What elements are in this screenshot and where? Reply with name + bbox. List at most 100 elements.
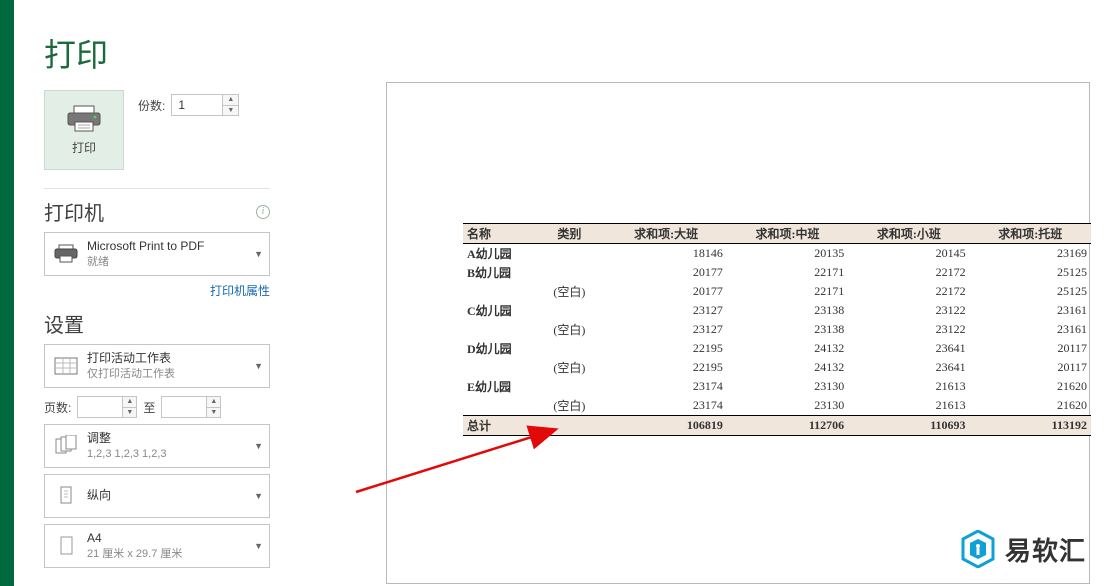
total-value: 112706: [727, 416, 848, 436]
pages-label: 页数:: [44, 399, 71, 416]
table-row: (空白)23127231382312223161: [463, 320, 1091, 339]
page-from-down[interactable]: ▼: [122, 408, 136, 418]
paper-sub: 21 厘米 x 29.7 厘米: [87, 547, 248, 561]
cell-value: 21620: [970, 377, 1091, 396]
cell-category: [533, 244, 605, 264]
cell-value: 23130: [727, 396, 848, 416]
copies-down-button[interactable]: ▼: [222, 106, 238, 116]
printer-name: Microsoft Print to PDF: [87, 239, 248, 255]
table-row: E幼儿园23174231302161321620: [463, 377, 1091, 396]
portrait-icon: [53, 483, 79, 509]
cell-category: [533, 263, 605, 282]
page-to-down[interactable]: ▼: [206, 408, 220, 418]
cell-value: 22195: [605, 339, 726, 358]
total-blank: [533, 416, 605, 436]
cell-value: 24132: [727, 358, 848, 377]
cell-value: 23122: [848, 301, 969, 320]
page-title: 打印: [44, 30, 294, 76]
table-row: (空白)20177221712217225125: [463, 282, 1091, 301]
cell-value: 23138: [727, 320, 848, 339]
print-scope-select[interactable]: 打印活动工作表 仅打印活动工作表 ▼: [44, 344, 270, 388]
total-value: 110693: [848, 416, 969, 436]
collate-icon: [53, 433, 79, 459]
cell-value: 21620: [970, 396, 1091, 416]
orientation-main: 纵向: [87, 488, 248, 504]
cell-value: 23174: [605, 396, 726, 416]
table-row: (空白)23174231302161321620: [463, 396, 1091, 416]
orientation-select[interactable]: 纵向 ▼: [44, 474, 270, 518]
print-button-label: 打印: [72, 139, 96, 156]
cell-value: 23127: [605, 301, 726, 320]
cell-value: 23641: [848, 339, 969, 358]
total-value: 113192: [970, 416, 1091, 436]
logo-icon: [961, 530, 995, 568]
page-from-up[interactable]: ▲: [122, 397, 136, 408]
total-label: 总计: [463, 416, 533, 436]
scope-sub: 仅打印活动工作表: [87, 367, 248, 381]
cell-name: [463, 282, 533, 301]
cell-value: 23122: [848, 320, 969, 339]
cell-value: 23138: [727, 301, 848, 320]
printer-device-icon: [53, 241, 79, 267]
table-total-row: 总计 106819112706110693113192: [463, 416, 1091, 436]
copies-value[interactable]: 1: [172, 95, 222, 115]
cell-value: 21613: [848, 396, 969, 416]
cell-name: [463, 396, 533, 416]
table-header: 求和项:大班: [605, 224, 726, 244]
divider: [44, 188, 270, 189]
page-to-stepper[interactable]: ▲ ▼: [161, 396, 221, 418]
page-from-value[interactable]: [78, 397, 122, 417]
cell-name: D幼儿园: [463, 339, 533, 358]
cell-value: 20145: [848, 244, 969, 264]
total-value: 106819: [605, 416, 726, 436]
cell-name: C幼儿园: [463, 301, 533, 320]
paper-size-select[interactable]: A4 21 厘米 x 29.7 厘米 ▼: [44, 524, 270, 568]
table-header: 求和项:托班: [970, 224, 1091, 244]
collate-main: 调整: [87, 431, 248, 447]
print-button[interactable]: 打印: [44, 90, 124, 170]
printer-icon: [66, 105, 102, 133]
cell-value: 22195: [605, 358, 726, 377]
cell-value: 23127: [605, 320, 726, 339]
printer-section-title: 打印机: [44, 197, 104, 226]
print-settings-panel: 打印 打印 份数: 1 ▲ ▼ 打印机: [14, 0, 294, 586]
printer-properties-link[interactable]: 打印机属性: [44, 282, 270, 299]
info-icon[interactable]: i: [256, 205, 270, 219]
collate-select[interactable]: 调整 1,2,3 1,2,3 1,2,3 ▼: [44, 424, 270, 468]
cell-category: (空白): [533, 282, 605, 301]
cell-category: (空白): [533, 320, 605, 339]
page-from-stepper[interactable]: ▲ ▼: [77, 396, 137, 418]
printer-select[interactable]: Microsoft Print to PDF 就绪 ▼: [44, 232, 270, 276]
page-to-value[interactable]: [162, 397, 206, 417]
page-to-up[interactable]: ▲: [206, 397, 220, 408]
chevron-down-icon: ▼: [254, 491, 263, 501]
cell-name: [463, 320, 533, 339]
cell-name: E幼儿园: [463, 377, 533, 396]
worksheet-icon: [53, 353, 79, 379]
cell-value: 23161: [970, 301, 1091, 320]
table-header: 求和项:小班: [848, 224, 969, 244]
cell-name: [463, 358, 533, 377]
cell-value: 22171: [727, 282, 848, 301]
cell-value: 24132: [727, 339, 848, 358]
table-header: 求和项:中班: [727, 224, 848, 244]
cell-category: (空白): [533, 358, 605, 377]
settings-section-title: 设置: [44, 309, 294, 338]
branding-logo: 易软汇: [961, 530, 1086, 568]
logo-text: 易软汇: [1005, 531, 1086, 568]
cell-value: 22172: [848, 282, 969, 301]
print-preview-area: 名称类别求和项:大班求和项:中班求和项:小班求和项:托班 A幼儿园1814620…: [332, 70, 1092, 586]
cell-name: A幼儿园: [463, 244, 533, 264]
cell-value: 25125: [970, 282, 1091, 301]
pages-to-label: 至: [143, 399, 155, 416]
cell-value: 20177: [605, 282, 726, 301]
chevron-down-icon: ▼: [254, 541, 263, 551]
cell-value: 21613: [848, 377, 969, 396]
cell-value: 23174: [605, 377, 726, 396]
copies-stepper[interactable]: 1 ▲ ▼: [171, 94, 239, 116]
copies-label: 份数:: [138, 97, 165, 114]
copies-up-button[interactable]: ▲: [222, 95, 238, 106]
table-header: 名称: [463, 224, 533, 244]
page-icon: [53, 533, 79, 559]
cell-value: 18146: [605, 244, 726, 264]
